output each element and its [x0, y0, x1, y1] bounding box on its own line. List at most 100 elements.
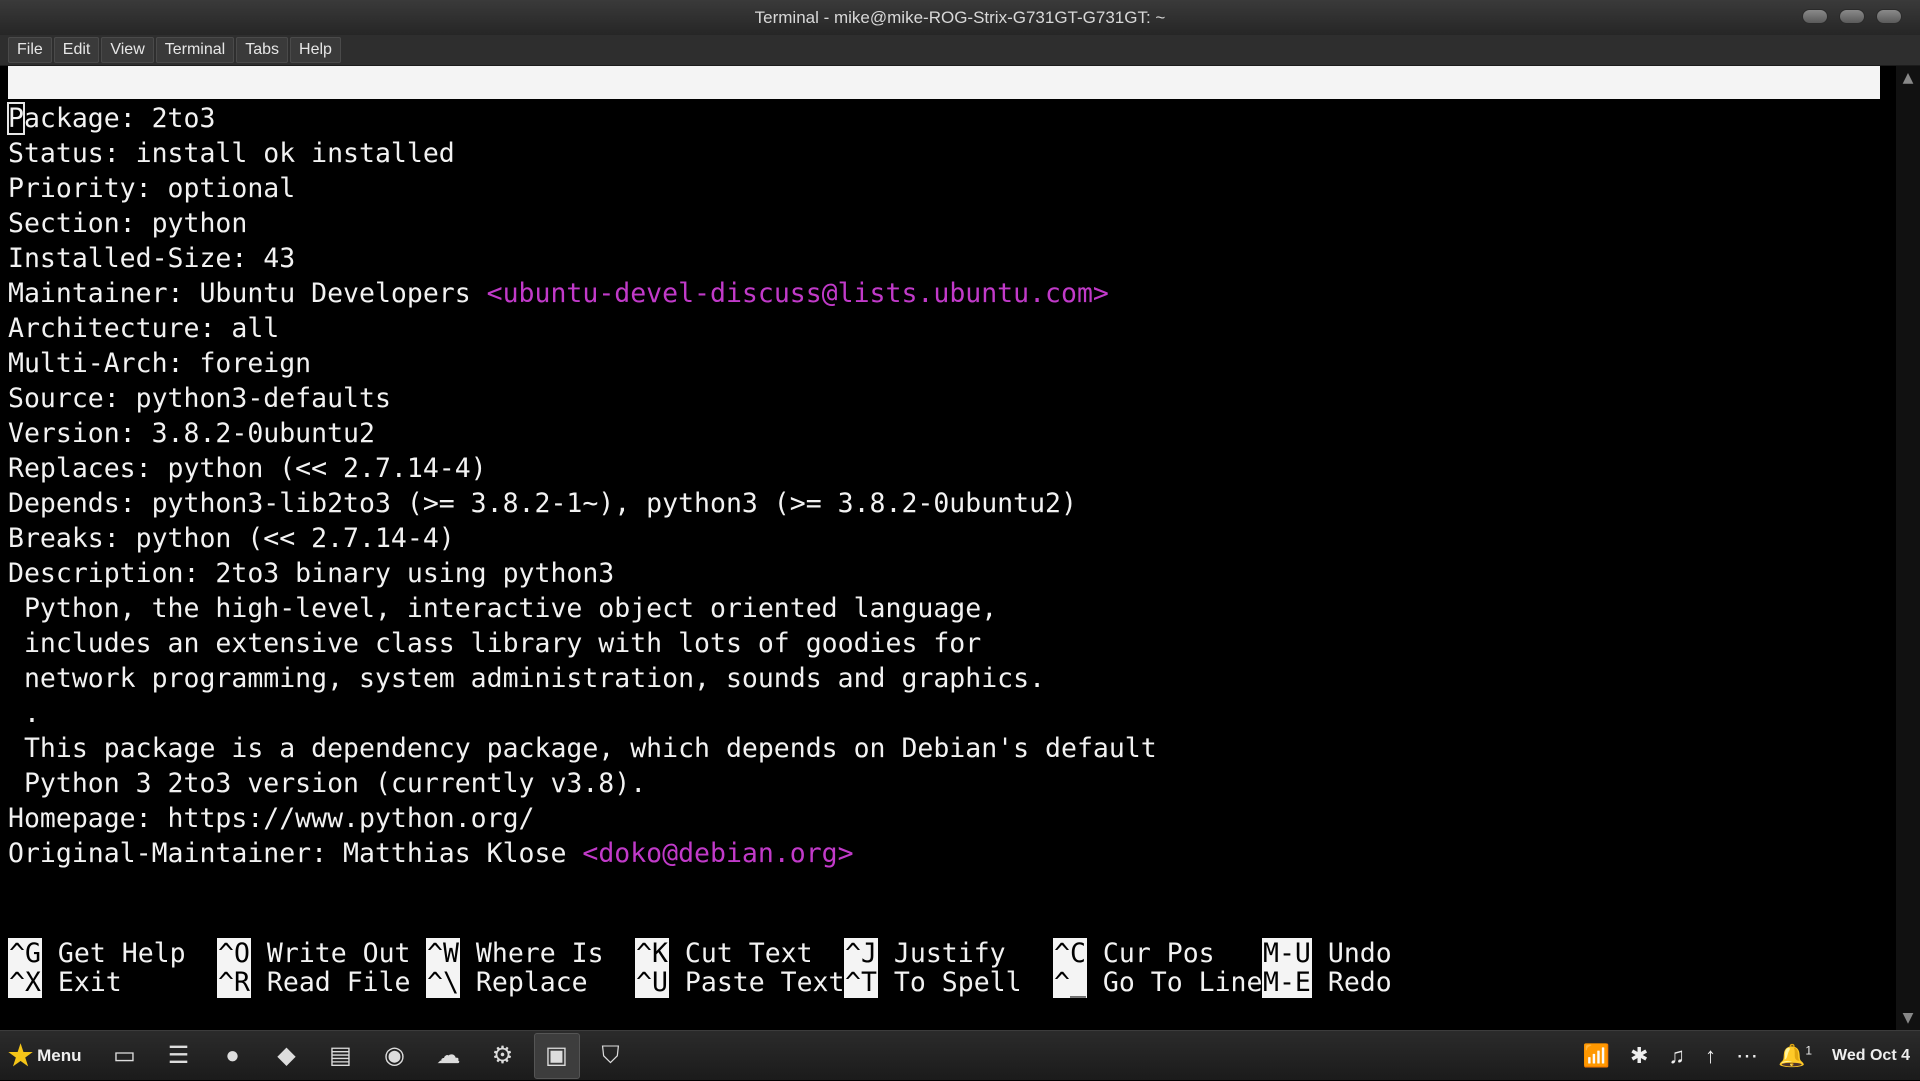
file-line: includes an extensive class library with…	[8, 626, 1157, 661]
file-line: Package: 2to3	[7, 101, 1157, 136]
taskbar-app[interactable]: ▤	[318, 1033, 364, 1079]
file-line: network programming, system administrati…	[8, 661, 1157, 696]
file-line: Homepage: https://www.python.org/	[8, 801, 1157, 836]
system-tray: 📶 ✱ ♫ ↑ ⋯ 🔔1 Wed Oct 4	[1583, 1031, 1910, 1081]
file-line: Source: python3-defaults	[8, 381, 1157, 416]
menu-tabs[interactable]: Tabs	[236, 37, 289, 63]
file-line-text: Package: 2to3	[7, 102, 215, 135]
terminal-active-icon: ▣	[545, 1042, 568, 1069]
shortcut-key: ^X	[8, 967, 42, 998]
file-line: Maintainer: Ubuntu Developers <ubuntu-de…	[8, 276, 1157, 311]
menu-view[interactable]: View	[101, 37, 154, 63]
file-line: Status: install ok installed	[8, 136, 1157, 171]
update-icon[interactable]: ↑	[1705, 1043, 1716, 1069]
clock[interactable]: Wed Oct 4	[1832, 1047, 1910, 1065]
shortcut-key: ^U	[635, 967, 669, 998]
start-menu-button[interactable]: ★ Menu	[8, 1039, 82, 1072]
start-menu-label: Menu	[37, 1045, 82, 1065]
window-title: Terminal - mike@mike-ROG-Strix-G731GT-G7…	[754, 7, 1166, 27]
shortcut-item: M-E Redo	[1262, 965, 1392, 1000]
email-address: <doko@debian.org>	[582, 838, 854, 869]
menu-terminal[interactable]: Terminal	[155, 37, 235, 63]
file-line: Python, the high-level, interactive obje…	[8, 591, 1157, 626]
notifications-icon[interactable]: 🔔1	[1778, 1043, 1812, 1069]
file-line-text: Description: 2to3 binary using python3	[8, 558, 615, 589]
text-cursor: P	[7, 102, 25, 135]
terminal-area[interactable]: GNU nano 4.8 /var/tmp/status.XXlliRqA Pa…	[0, 66, 1896, 1030]
star-icon: ★	[8, 1040, 34, 1071]
shortcut-key: ^_	[1053, 967, 1087, 998]
file-line-text: Breaks: python (<< 2.7.14-4)	[8, 523, 455, 554]
shortcut-key: ^\	[426, 967, 460, 998]
shortcut-label: To Spell	[893, 967, 1022, 998]
menubar: File Edit View Terminal Tabs Help	[0, 35, 1920, 66]
shortcut-item: ^U Paste Text	[635, 965, 844, 1000]
taskbar-app[interactable]: ◆	[264, 1033, 310, 1079]
taskbar: ★ Menu ▭ ☰ ● ◆ ▤ ◉ ☁ ⚙ ▣ ⛉ 📶 ✱ ♫ ↑ ⋯ 🔔1 Wed Oct 4	[0, 1030, 1920, 1080]
file-line-text: Python, the high-level, interactive obje…	[8, 593, 998, 624]
file-line-text: Source: python3-defaults	[8, 383, 391, 414]
file-line: Original-Maintainer: Matthias Klose <dok…	[8, 836, 1157, 871]
taskbar-app[interactable]: ▣	[533, 1032, 580, 1079]
file-line: Python 3 2to3 version (currently v3.8).	[8, 766, 1157, 801]
file-line-text: Status: install ok installed	[8, 138, 455, 169]
taskbar-app[interactable]: ⛉	[588, 1033, 634, 1079]
file-line: Installed-Size: 43	[8, 241, 1157, 276]
menu-edit[interactable]: Edit	[53, 37, 100, 63]
taskbar-apps: ▭ ☰ ● ◆ ▤ ◉ ☁ ⚙ ▣ ⛉	[94, 1032, 634, 1079]
shortcut-label: Replace	[475, 967, 588, 998]
window-titlebar[interactable]: Terminal - mike@mike-ROG-Strix-G731GT-G7…	[0, 0, 1920, 35]
file-line: Breaks: python (<< 2.7.14-4)	[8, 521, 1157, 556]
file-content[interactable]: Package: 2to3 Status: install ok installe…	[7, 101, 1157, 871]
brave-icon: ◆	[277, 1042, 296, 1069]
file-line: Priority: optional	[8, 171, 1157, 206]
shortcut-label: Go To Line	[1102, 967, 1263, 998]
text-editor-icon: ▤	[329, 1042, 352, 1069]
file-line-text: Multi-Arch: foreign	[8, 348, 312, 379]
terminal-scrollbar[interactable]: ▲ ▼	[1896, 66, 1920, 1030]
shortcut-item: ^_ Go To Line	[1053, 965, 1262, 1000]
taskbar-app[interactable]: ●	[210, 1033, 256, 1079]
music-icon[interactable]: ♫	[1668, 1043, 1685, 1069]
taskbar-app[interactable]: ▭	[102, 1033, 148, 1079]
shortcut-label: Exit	[57, 967, 122, 998]
close-button[interactable]	[1876, 9, 1902, 24]
taskbar-app[interactable]: ☰	[156, 1033, 202, 1079]
email-address: <ubuntu-devel-discuss@lists.ubuntu.com>	[486, 278, 1109, 309]
shortcut-label: Redo	[1327, 967, 1392, 998]
shield-icon: ⛉	[601, 1041, 620, 1069]
shortcut-item: ^R Read File	[217, 965, 411, 1000]
file-line: This package is a dependency package, wh…	[8, 731, 1157, 766]
file-line-text: Installed-Size: 43	[8, 243, 296, 274]
file-line-text: Architecture: all	[8, 313, 280, 344]
shortcut-label: Paste Text	[684, 967, 845, 998]
bluetooth-icon[interactable]: ✱	[1630, 1043, 1648, 1069]
mixer-icon: ☰	[167, 1042, 190, 1069]
scroll-up-icon[interactable]: ▲	[1896, 70, 1920, 86]
menu-file[interactable]: File	[8, 37, 52, 63]
file-line-text: Section: python	[8, 208, 248, 239]
firefox-icon: ◉	[384, 1042, 405, 1069]
file-line: Version: 3.8.2-0ubuntu2	[8, 416, 1157, 451]
file-line: Replaces: python (<< 2.7.14-4)	[8, 451, 1157, 486]
shortcut-item: ^T To Spell	[844, 965, 1022, 1000]
shortcut-key: ^T	[844, 967, 878, 998]
file-line-text: Python 3 2to3 version (currently v3.8).	[8, 768, 647, 799]
shortcut-item: ^X Exit	[8, 965, 122, 1000]
terminal-icon: ▭	[113, 1042, 136, 1069]
file-line-text: Version: 3.8.2-0ubuntu2	[8, 418, 375, 449]
file-line-text: Original-Maintainer: Matthias Klose	[8, 838, 583, 869]
network-icon[interactable]: ⋯	[1736, 1043, 1758, 1069]
file-line: Description: 2to3 binary using python3	[8, 556, 1157, 591]
file-line: .	[8, 696, 1157, 731]
minimize-button[interactable]	[1802, 9, 1828, 24]
maximize-button[interactable]	[1839, 9, 1865, 24]
scroll-down-icon[interactable]: ▼	[1896, 1010, 1920, 1026]
menu-help[interactable]: Help	[290, 37, 341, 63]
wifi-icon[interactable]: 📶	[1583, 1043, 1610, 1069]
file-line-text: network programming, system administrati…	[8, 663, 1046, 694]
taskbar-app[interactable]: ⚙	[480, 1033, 526, 1079]
cloud-icon: ☁	[436, 1042, 461, 1069]
taskbar-app[interactable]: ☁	[426, 1033, 472, 1079]
taskbar-app[interactable]: ◉	[372, 1033, 418, 1079]
